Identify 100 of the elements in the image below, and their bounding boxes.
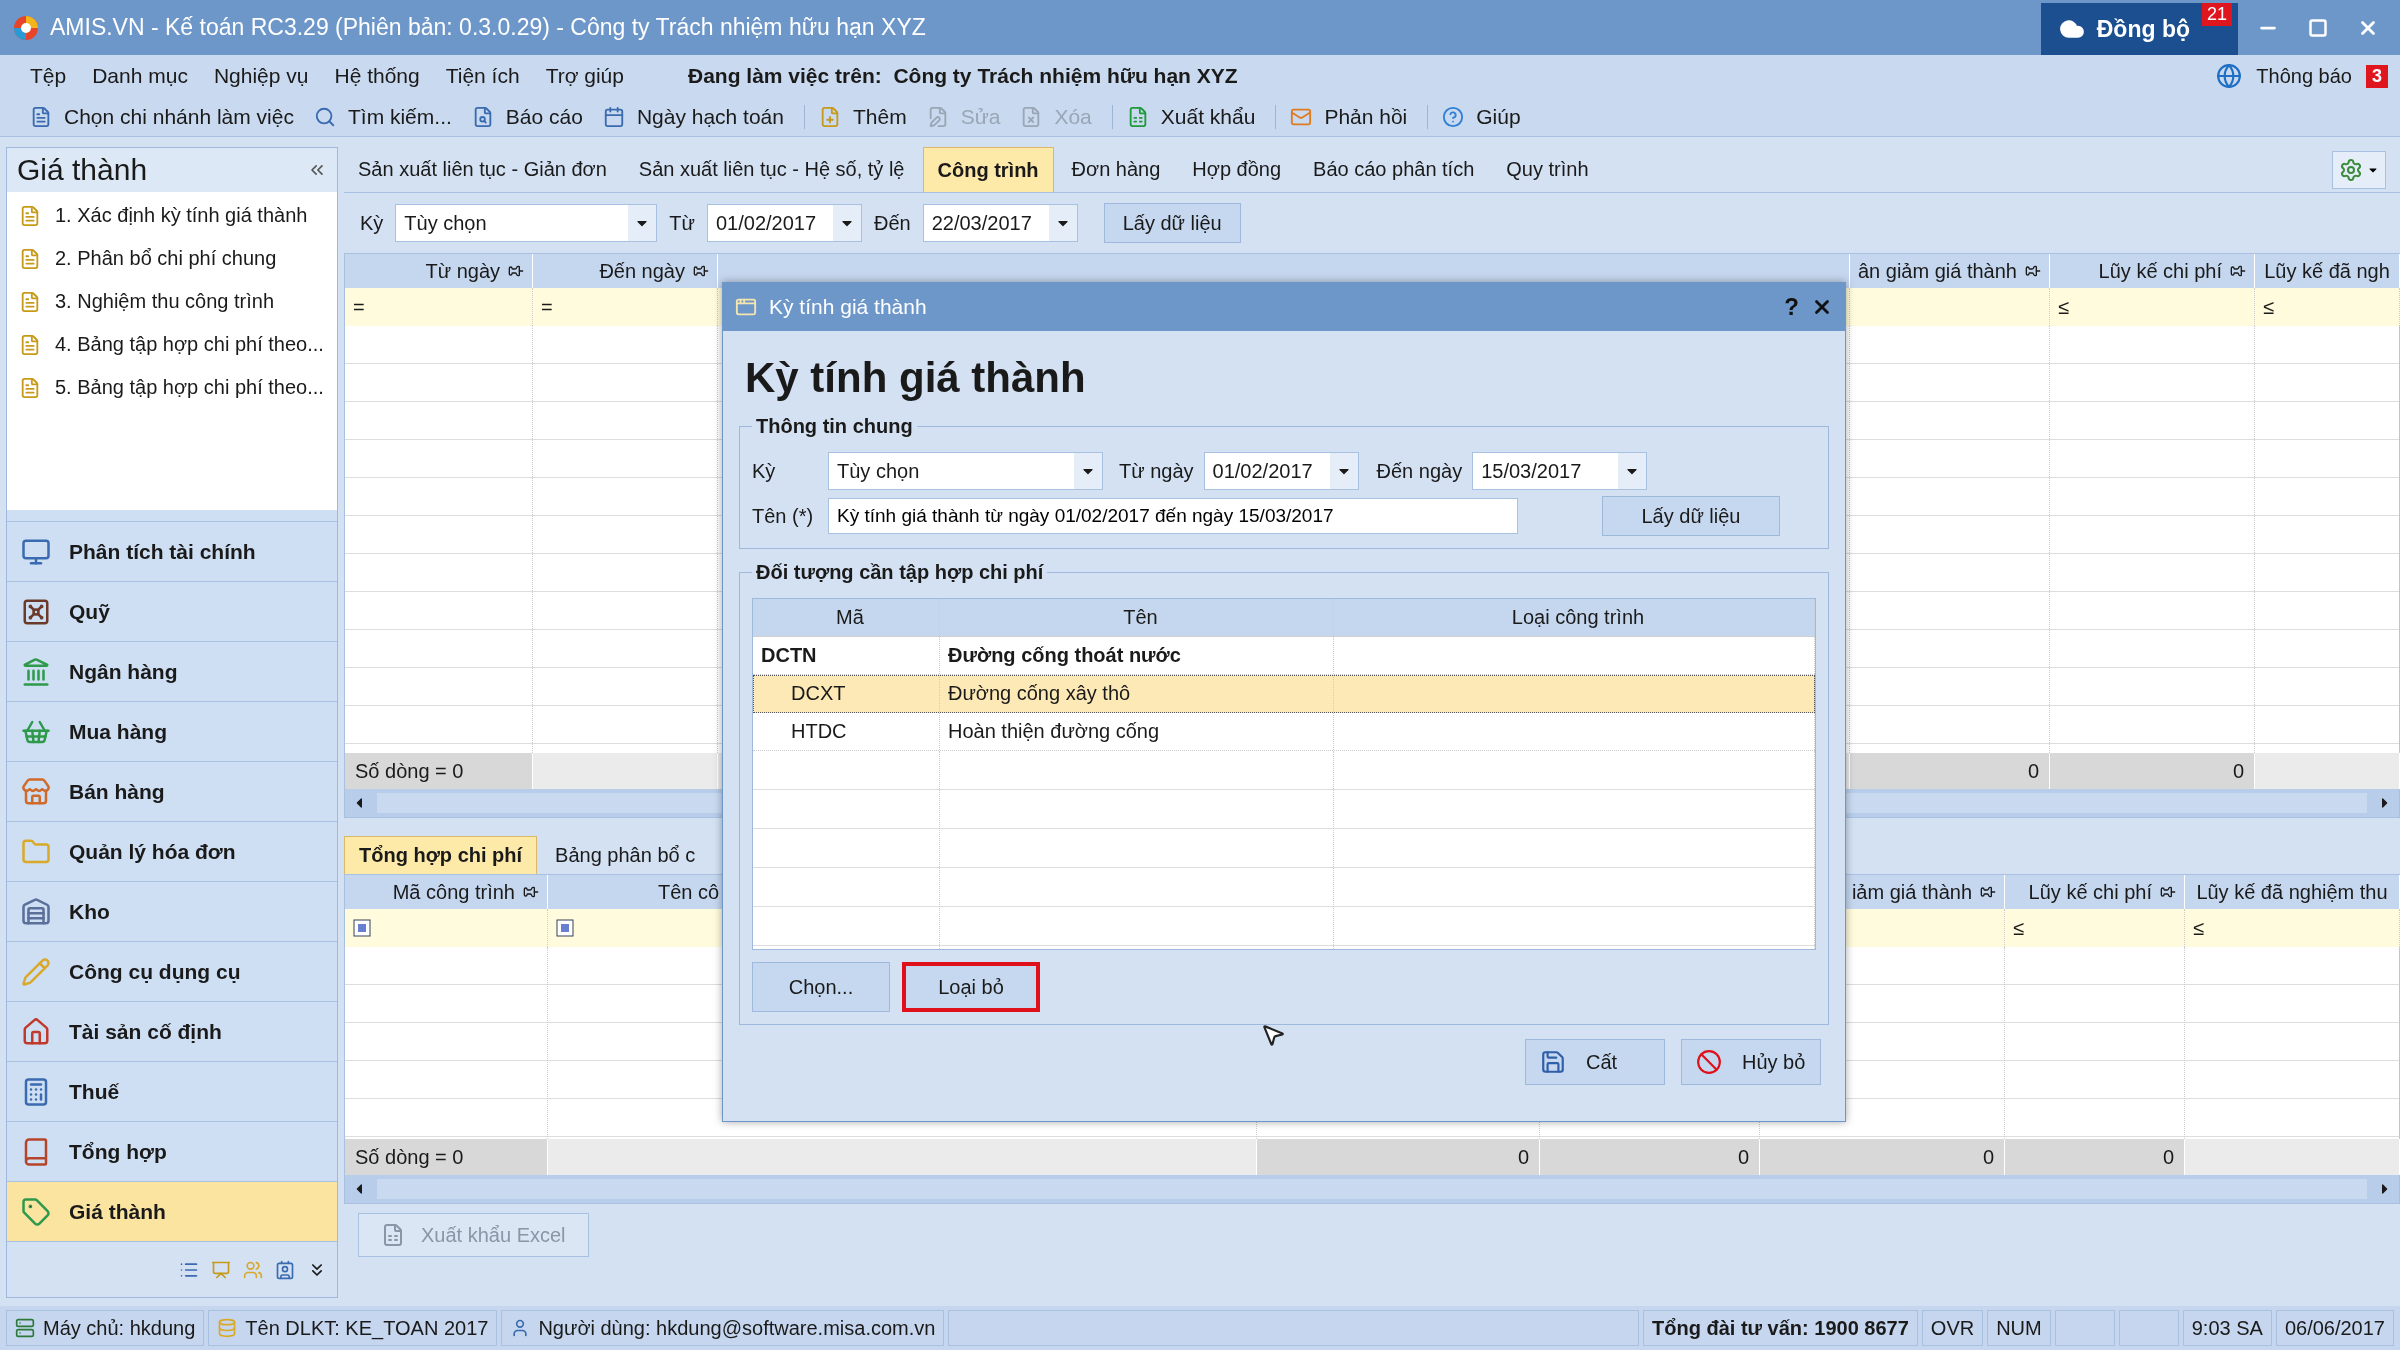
period-dropdown[interactable]: Tùy chọn — [395, 204, 658, 242]
toolbar-button[interactable]: Chọn chi nhánh làm việc — [30, 104, 294, 129]
column-header[interactable]: Mã — [753, 599, 940, 636]
pin-icon[interactable] — [508, 263, 524, 279]
module-item[interactable]: Công cụ dụng cụ — [7, 942, 337, 1002]
cancel-button[interactable]: Hủy bỏ — [1681, 1039, 1821, 1085]
module-item[interactable]: Mua hàng — [7, 702, 337, 762]
menu-item[interactable]: Hệ thống — [334, 64, 420, 88]
column-header[interactable]: ân giảm giá thành — [1850, 254, 2050, 288]
save-button[interactable]: Cất — [1525, 1039, 1665, 1085]
help-icon — [1442, 105, 1465, 128]
module-item[interactable]: Quỹ — [7, 582, 337, 642]
row-count: Số dòng = 0 — [345, 753, 533, 789]
toolbar-button[interactable]: Báo cáo — [471, 104, 583, 129]
settings-button[interactable] — [2332, 150, 2386, 189]
task-item[interactable]: 5. Bảng tập hợp chi phí theo... — [7, 366, 337, 409]
date-field[interactable]: 01/02/2017 — [1203, 452, 1359, 490]
task-item[interactable]: 3. Nghiệm thu công trình — [7, 280, 337, 323]
tab[interactable]: Sản xuất liên tục - Hệ số, tỷ lệ — [624, 147, 919, 192]
module-item[interactable]: Quản lý hóa đơn — [7, 822, 337, 882]
menu-item[interactable]: Nghiệp vụ — [213, 64, 309, 88]
horizontal-scrollbar[interactable] — [345, 1175, 2399, 1203]
task-item[interactable]: 1. Xác định kỳ tính giá thành — [7, 194, 337, 237]
menu-item[interactable]: Trợ giúp — [545, 64, 624, 88]
table-cell[interactable]: Đường cống thoát nước — [940, 637, 1334, 674]
checkbox-icon[interactable] — [556, 919, 574, 937]
globe-icon[interactable] — [2216, 63, 2243, 89]
module-item[interactable]: Giá thành — [7, 1182, 337, 1242]
notification-link[interactable]: Thông báo — [2256, 64, 2352, 88]
menu-item[interactable]: Danh mục — [92, 64, 188, 88]
column-header[interactable]: Lũy kế chi phí — [2050, 254, 2255, 288]
column-header[interactable]: Lũy kế đã nghiệm thu — [2185, 875, 2400, 909]
column-header[interactable]: Tên — [940, 599, 1334, 636]
column-header[interactable]: Từ ngày — [345, 254, 533, 288]
tab[interactable]: Sản xuất liên tục - Giản đơn — [344, 147, 621, 192]
filter-cell[interactable]: = — [533, 288, 718, 326]
dialog-button[interactable]: Chọn... — [752, 962, 890, 1012]
tab[interactable]: Công trình — [922, 147, 1054, 192]
table-cell[interactable]: Đường cống xây thô — [940, 675, 1334, 712]
table-cell[interactable]: Hoàn thiện đường cống — [940, 713, 1334, 750]
module-item[interactable]: Ngân hàng — [7, 642, 337, 702]
pin-icon[interactable] — [693, 263, 709, 279]
pin-icon[interactable] — [523, 884, 539, 900]
pin-icon[interactable] — [2230, 263, 2246, 279]
pin-icon[interactable] — [2025, 263, 2041, 279]
window-icon — [735, 296, 757, 318]
table-cell[interactable]: DCXT — [753, 675, 940, 712]
date-field[interactable]: 15/03/2017 — [1472, 452, 1648, 490]
name-field[interactable]: Kỳ tính giá thành từ ngày 01/02/2017 đến ngày 15/03/2017 — [828, 498, 1518, 534]
toolbar-button[interactable]: Thêm — [804, 104, 907, 129]
module-item[interactable]: Phân tích tài chính — [7, 522, 337, 582]
column-header[interactable]: Lũy kế chi phí — [2005, 875, 2185, 909]
tab[interactable]: Quy trình — [1492, 147, 1603, 192]
tab[interactable]: Tổng hợp chi phí — [344, 836, 538, 874]
filter-cell[interactable] — [1850, 288, 2050, 326]
column-header[interactable]: Loại công trình — [1334, 599, 1815, 636]
filter-cell[interactable]: = — [345, 288, 533, 326]
date-field[interactable]: 22/03/2017 — [922, 204, 1078, 242]
toolbar-button[interactable]: Xuất khẩu — [1111, 104, 1256, 129]
menu-item[interactable]: Tệp — [30, 64, 67, 88]
date-field[interactable]: 01/02/2017 — [706, 204, 862, 242]
toolbar-button[interactable]: Giúp — [1427, 104, 1521, 129]
tab[interactable]: Bảng phân bổ c — [541, 836, 710, 874]
column-header[interactable]: Mã công trình — [345, 875, 548, 909]
filter-cell[interactable]: ≤ — [2255, 288, 2400, 326]
sync-button[interactable]: Đồng bộ 21 — [2040, 3, 2238, 55]
pin-icon[interactable] — [1980, 884, 1996, 900]
filter-cell[interactable]: ≤ — [2185, 909, 2400, 947]
search-icon — [313, 105, 336, 128]
toolbar-button[interactable]: Phản hồi — [1275, 104, 1408, 129]
tab[interactable]: Hợp đồng — [1178, 147, 1296, 192]
tab[interactable]: Đơn hàng — [1057, 147, 1175, 192]
module-item[interactable]: Tài sản cố định — [7, 1002, 337, 1062]
menu-item[interactable]: Tiện ích — [445, 64, 520, 88]
table-cell[interactable]: HTDC — [753, 713, 940, 750]
filter-cell[interactable] — [345, 909, 548, 947]
checkbox-icon[interactable] — [353, 919, 371, 937]
help-button[interactable]: ? — [1784, 293, 1799, 321]
table-cell[interactable]: DCTN — [753, 637, 940, 674]
toolbar-button[interactable]: Ngày hạch toán — [602, 104, 784, 129]
toolbar-button[interactable]: Tìm kiếm... — [313, 104, 452, 129]
module-item[interactable]: Thuế — [7, 1062, 337, 1122]
task-item[interactable]: 2. Phân bổ chi phí chung — [7, 237, 337, 280]
module-item[interactable]: Tổng hợp — [7, 1122, 337, 1182]
tab[interactable]: Báo cáo phân tích — [1299, 147, 1489, 192]
module-item[interactable]: Bán hàng — [7, 762, 337, 822]
contact-icon[interactable] — [275, 1259, 295, 1280]
group-title: Đối tượng cần tập hợp chi phí — [755, 561, 1045, 584]
pin-icon[interactable] — [2160, 884, 2176, 900]
filter-cell[interactable]: ≤ — [2005, 909, 2185, 947]
dialog-button[interactable]: Loại bỏ — [902, 962, 1040, 1012]
column-header[interactable]: Lũy kế đã ngh — [2255, 254, 2400, 288]
fetch-data-button[interactable]: Lấy dữ liệu — [1602, 496, 1780, 536]
module-item[interactable]: Kho — [7, 882, 337, 942]
period-dropdown[interactable]: Tùy chọn — [828, 452, 1103, 490]
task-item[interactable]: 4. Bảng tập hợp chi phí theo... — [7, 323, 337, 366]
filter-cell[interactable]: ≤ — [2050, 288, 2255, 326]
column-header[interactable]: Đến ngày — [533, 254, 718, 288]
maximize-icon[interactable] — [2308, 17, 2328, 38]
fetch-data-button[interactable]: Lấy dữ liệu — [1103, 203, 1241, 243]
